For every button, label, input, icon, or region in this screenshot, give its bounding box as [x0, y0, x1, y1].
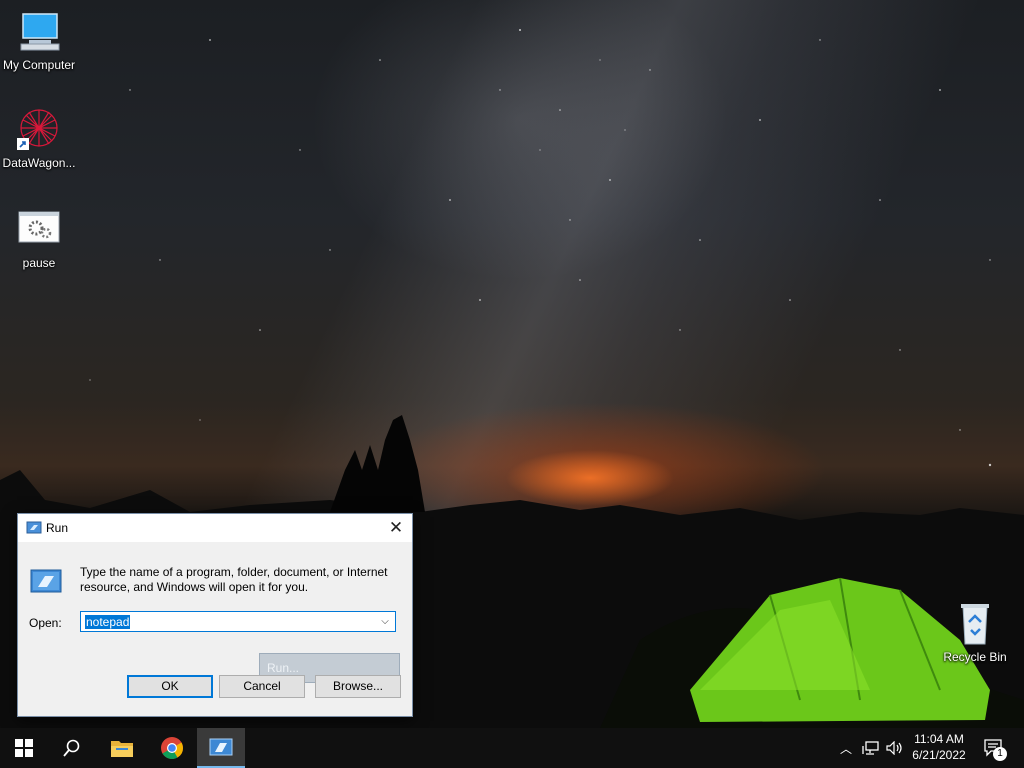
run-icon [26, 521, 42, 534]
desktop-icon-my-computer[interactable]: My Computer [0, 8, 79, 72]
taskbar-file-explorer[interactable] [98, 728, 146, 768]
taskbar-chrome[interactable] [148, 728, 196, 768]
desktop-icon-recycle-bin[interactable]: Recycle Bin [935, 600, 1015, 664]
network-tray-button[interactable] [860, 728, 882, 768]
clock-time: 11:04 AM [914, 732, 964, 746]
chevron-down-icon[interactable]: ⌵ [375, 612, 395, 631]
datawagon-shortcut-icon [15, 106, 63, 154]
ok-button[interactable]: OK [127, 675, 213, 698]
open-combobox[interactable]: notepad ⌵ [80, 611, 396, 632]
cancel-button[interactable]: Cancel [219, 675, 305, 698]
chrome-icon [161, 737, 183, 759]
volume-icon [886, 741, 902, 755]
desktop-icon-label: pause [22, 256, 56, 270]
open-input-value[interactable]: notepad [85, 615, 131, 629]
browse-button[interactable]: Browse... [315, 675, 401, 698]
run-dialog: Run ✕ Type the name of a program, folder… [17, 513, 413, 717]
taskbar-run[interactable] [197, 728, 245, 768]
recycle-bin-icon [951, 600, 999, 648]
drag-ghost-label: Run... [267, 661, 300, 675]
chevron-up-icon: ︿ [839, 741, 852, 756]
run-icon [209, 738, 233, 756]
close-button[interactable]: ✕ [380, 514, 412, 542]
notification-count-badge: 1 [993, 747, 1007, 761]
volume-tray-button[interactable] [884, 728, 906, 768]
run-dialog-titlebar[interactable]: Run ✕ [18, 514, 412, 542]
network-icon [862, 741, 879, 755]
start-button[interactable] [0, 728, 48, 768]
taskbar-clock[interactable]: 11:04 AM 6/21/2022 [906, 728, 972, 768]
file-explorer-icon [111, 741, 133, 757]
close-icon: ✕ [388, 518, 404, 537]
desktop-icon-label: DataWagon... [2, 156, 76, 170]
run-instructions-text: Type the name of a program, folder, docu… [80, 565, 388, 594]
batch-file-icon [15, 206, 63, 254]
run-program-icon [30, 569, 62, 593]
desktop-icon-label: My Computer [2, 58, 76, 72]
clock-date: 6/21/2022 [912, 748, 966, 762]
taskbar: ︿ 11:04 AM 6/21/2022 1 [0, 728, 1024, 768]
desktop-icon-label: Recycle Bin [943, 650, 1007, 664]
start-icon [15, 739, 33, 757]
action-center-button[interactable]: 1 [980, 728, 1008, 768]
open-label: Open: [29, 616, 62, 630]
search-button[interactable] [48, 728, 96, 768]
search-icon [63, 739, 80, 757]
computer-icon [15, 8, 63, 56]
desktop-icon-datawagon[interactable]: DataWagon... [0, 106, 79, 170]
show-hidden-icons-button[interactable]: ︿ [836, 728, 856, 768]
run-dialog-title: Run [46, 521, 69, 535]
desktop-icon-pause[interactable]: pause [0, 206, 79, 270]
